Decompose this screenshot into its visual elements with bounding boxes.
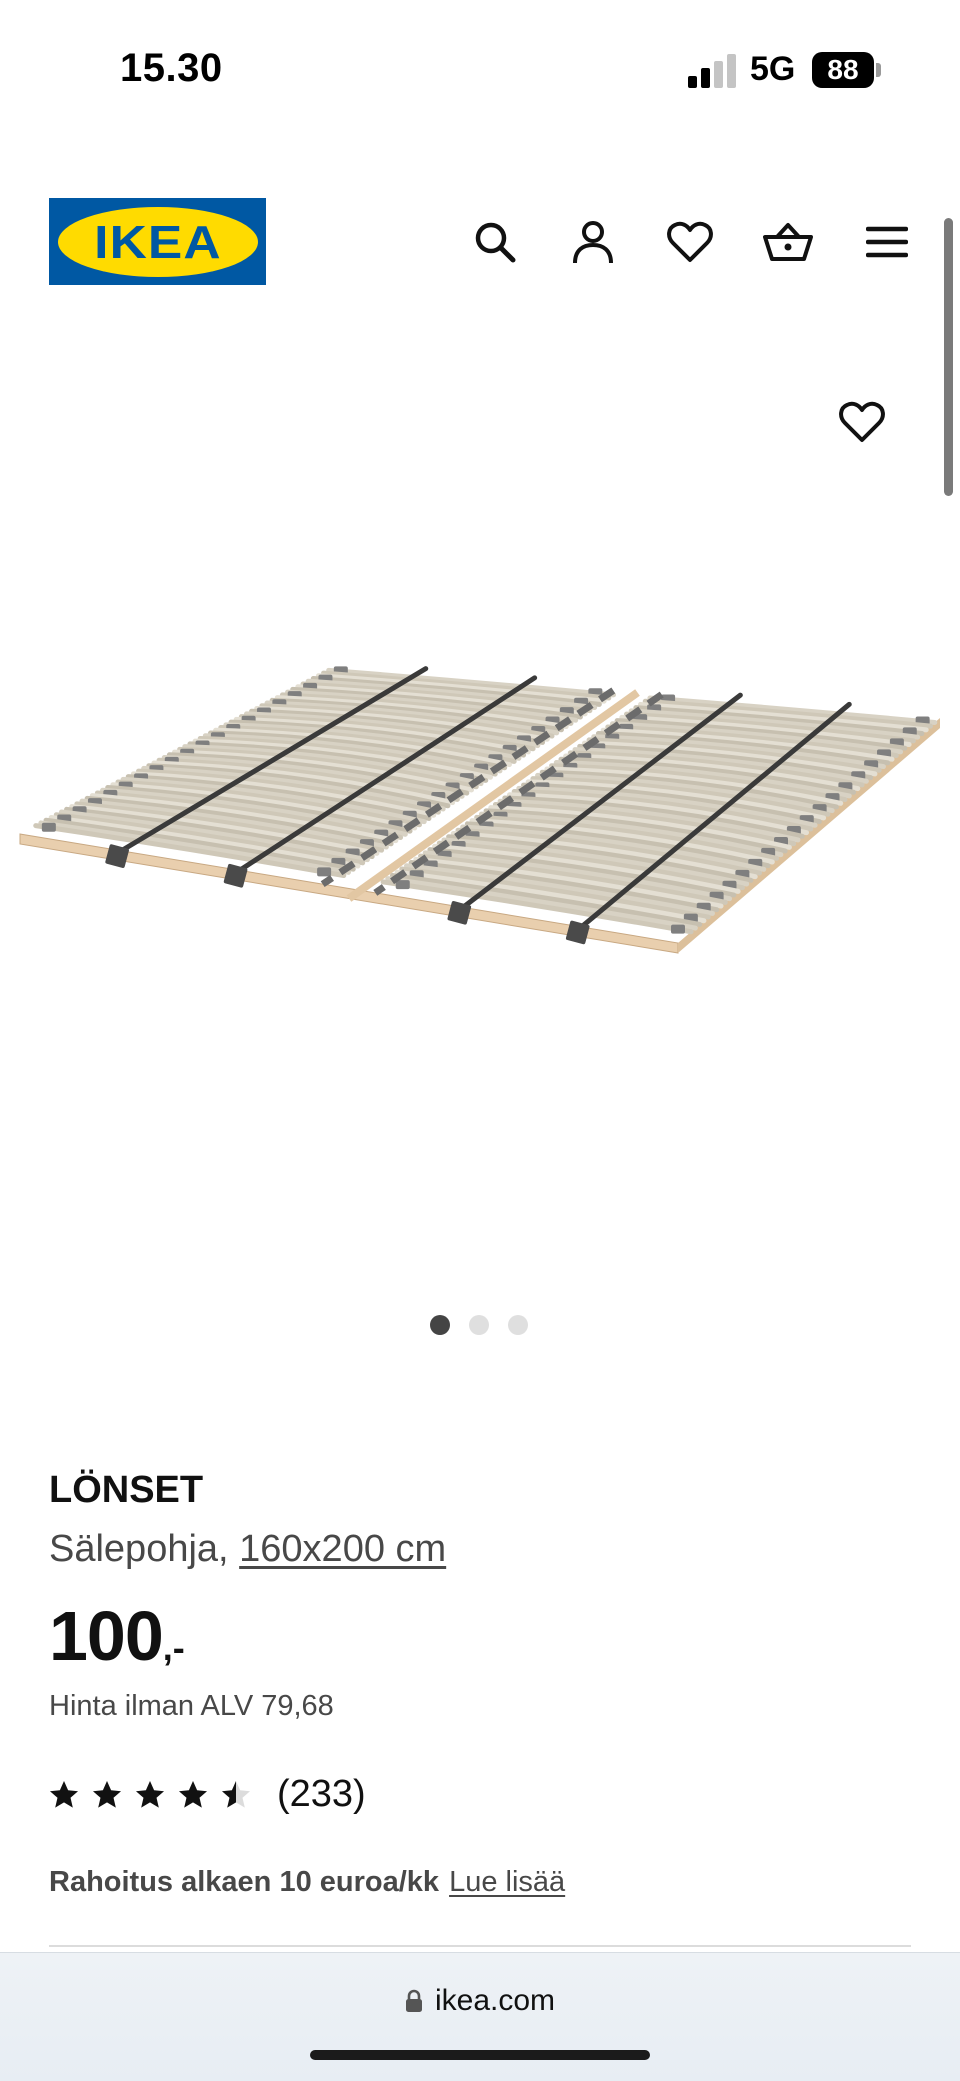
star-icon	[93, 1781, 121, 1808]
product-image-slatted-bed-base[interactable]	[0, 520, 960, 1080]
price-without-vat: Hinta ilman ALV 79,68	[49, 1690, 334, 1722]
price-suffix: ,-	[162, 1627, 185, 1668]
status-time: 15.30	[120, 46, 223, 90]
ikea-logo[interactable]: IKEA	[49, 198, 266, 285]
home-indicator[interactable]	[310, 2050, 650, 2060]
gallery-dot[interactable]	[469, 1315, 489, 1335]
network-type: 5G	[750, 50, 796, 88]
product-description: Sälepohja, 160x200 cm	[49, 1528, 446, 1571]
url-text: ikea.com	[434, 1984, 556, 2017]
battery-icon: 88	[812, 52, 874, 88]
product-type: Sälepohja,	[49, 1528, 229, 1570]
gallery-dot[interactable]	[430, 1315, 450, 1335]
product-size-link[interactable]: 160x200 cm	[239, 1528, 446, 1570]
financing-text: Rahoitus alkaen 10 euroa/kk	[49, 1866, 440, 1898]
heart-icon	[839, 401, 885, 442]
review-count[interactable]: (233)	[277, 1773, 366, 1816]
star-icon	[136, 1781, 164, 1808]
search-icon[interactable]	[465, 212, 525, 272]
add-to-favourites-button[interactable]	[832, 392, 892, 452]
financing-info: Rahoitus alkaen 10 euroa/kk Lue lisää	[49, 1866, 565, 1899]
battery-tip	[876, 63, 881, 77]
read-more-link[interactable]: Lue lisää	[449, 1866, 565, 1899]
price-integer: 100	[49, 1597, 164, 1675]
gallery-dot[interactable]	[508, 1315, 528, 1335]
product-name: LÖNSET	[49, 1469, 204, 1511]
page-scrollbar[interactable]	[944, 218, 953, 496]
wishlist-heart-icon[interactable]	[660, 212, 720, 272]
menu-icon[interactable]	[857, 212, 917, 272]
product-rating: (233)	[49, 1773, 366, 1816]
battery-level: 88	[827, 54, 859, 85]
product-price: 100,-	[49, 1596, 185, 1676]
basket-icon[interactable]	[758, 212, 818, 272]
star-icon	[50, 1781, 78, 1808]
rating-stars[interactable]	[49, 1780, 251, 1809]
gallery-pagination	[430, 1315, 528, 1335]
star-icon	[222, 1781, 250, 1808]
section-divider	[49, 1945, 911, 1947]
address-field[interactable]: ikea.com	[0, 1984, 960, 2018]
star-icon	[179, 1781, 207, 1808]
account-icon[interactable]	[563, 212, 623, 272]
logo-oval: IKEA	[57, 206, 258, 277]
cellular-signal-icon	[688, 54, 738, 88]
lock-icon	[405, 1989, 422, 2012]
logo-text: IKEA	[93, 215, 222, 268]
